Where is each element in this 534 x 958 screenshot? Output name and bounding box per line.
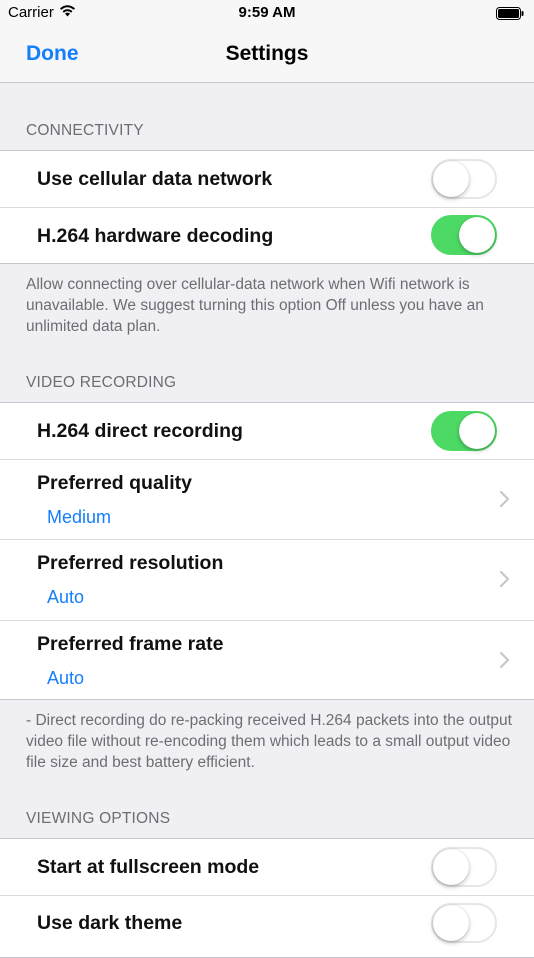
battery-icon — [496, 7, 524, 20]
video-recording-group: H.264 direct recording Preferred quality… — [0, 402, 534, 700]
row-hardware-decoding[interactable]: H.264 hardware decoding — [0, 207, 534, 263]
row-value: Auto — [47, 587, 85, 607]
chevron-right-icon — [498, 489, 512, 509]
section-header-viewing-options: VIEWING OPTIONS — [26, 810, 171, 827]
row-dark-theme[interactable]: Use dark theme — [0, 895, 534, 951]
toggle-knob — [433, 905, 469, 941]
viewing-options-group: Start at fullscreen mode Use dark theme — [0, 838, 534, 958]
row-value: Auto — [47, 668, 85, 688]
section-header-video-recording: VIDEO RECORDING — [26, 374, 177, 391]
row-preferred-resolution[interactable]: Preferred resolution Auto — [0, 539, 534, 620]
dark-theme-toggle[interactable] — [431, 903, 497, 943]
cellular-data-toggle[interactable] — [431, 159, 497, 199]
navigation-bar: Done Settings — [0, 28, 534, 83]
row-value: Medium — [47, 507, 112, 527]
toggle-knob — [433, 161, 469, 197]
row-label: Start at fullscreen mode — [37, 856, 260, 878]
row-label: Preferred frame rate — [37, 633, 224, 655]
status-bar: Carrier 9:59 AM — [0, 0, 534, 28]
chevron-right-icon — [498, 569, 512, 589]
connectivity-group: Use cellular data network H.264 hardware… — [0, 150, 534, 264]
row-label: Preferred quality — [37, 472, 192, 494]
row-label: Use cellular data network — [37, 168, 273, 190]
connectivity-footer: Allow connecting over cellular-data netw… — [26, 276, 484, 335]
row-label: Use dark theme — [37, 912, 183, 934]
status-time: 9:59 AM — [238, 4, 296, 21]
row-direct-recording[interactable]: H.264 direct recording — [0, 403, 534, 459]
hardware-decoding-toggle[interactable] — [431, 215, 497, 255]
video-recording-footer: - Direct recording do re-packing receive… — [26, 712, 512, 771]
row-fullscreen-mode[interactable]: Start at fullscreen mode — [0, 839, 534, 895]
row-label: Preferred resolution — [37, 552, 224, 574]
row-preferred-quality[interactable]: Preferred quality Medium — [0, 459, 534, 539]
section-header-connectivity: CONNECTIVITY — [26, 122, 144, 139]
chevron-right-icon — [498, 650, 512, 670]
toggle-knob — [433, 849, 469, 885]
row-cellular-data[interactable]: Use cellular data network — [0, 151, 534, 207]
row-label: H.264 direct recording — [37, 420, 243, 442]
fullscreen-mode-toggle[interactable] — [431, 847, 497, 887]
page-title: Settings — [225, 42, 309, 65]
row-label: H.264 hardware decoding — [37, 225, 274, 247]
row-preferred-frame-rate[interactable]: Preferred frame rate Auto — [0, 620, 534, 699]
toggle-knob — [459, 413, 495, 449]
toggle-knob — [459, 217, 495, 253]
direct-recording-toggle[interactable] — [431, 411, 497, 451]
